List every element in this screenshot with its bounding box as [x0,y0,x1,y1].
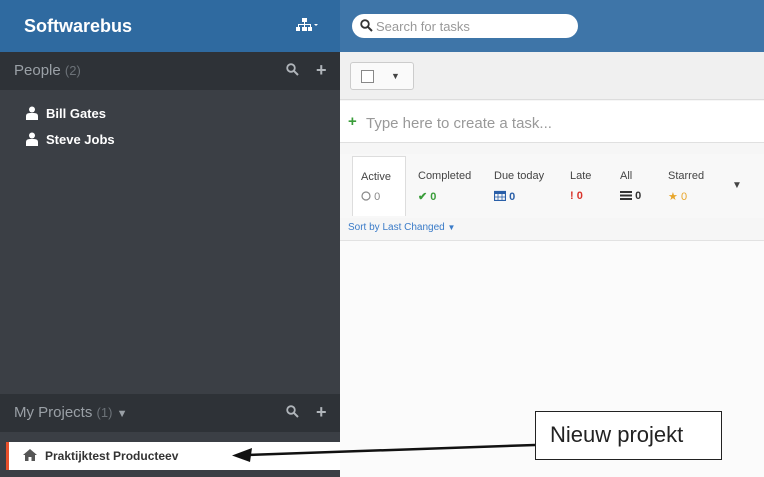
annotation-callout: Nieuw projekt [535,411,722,460]
annotation-text: Nieuw projekt [550,422,684,447]
annotation-arrow [232,443,536,462]
